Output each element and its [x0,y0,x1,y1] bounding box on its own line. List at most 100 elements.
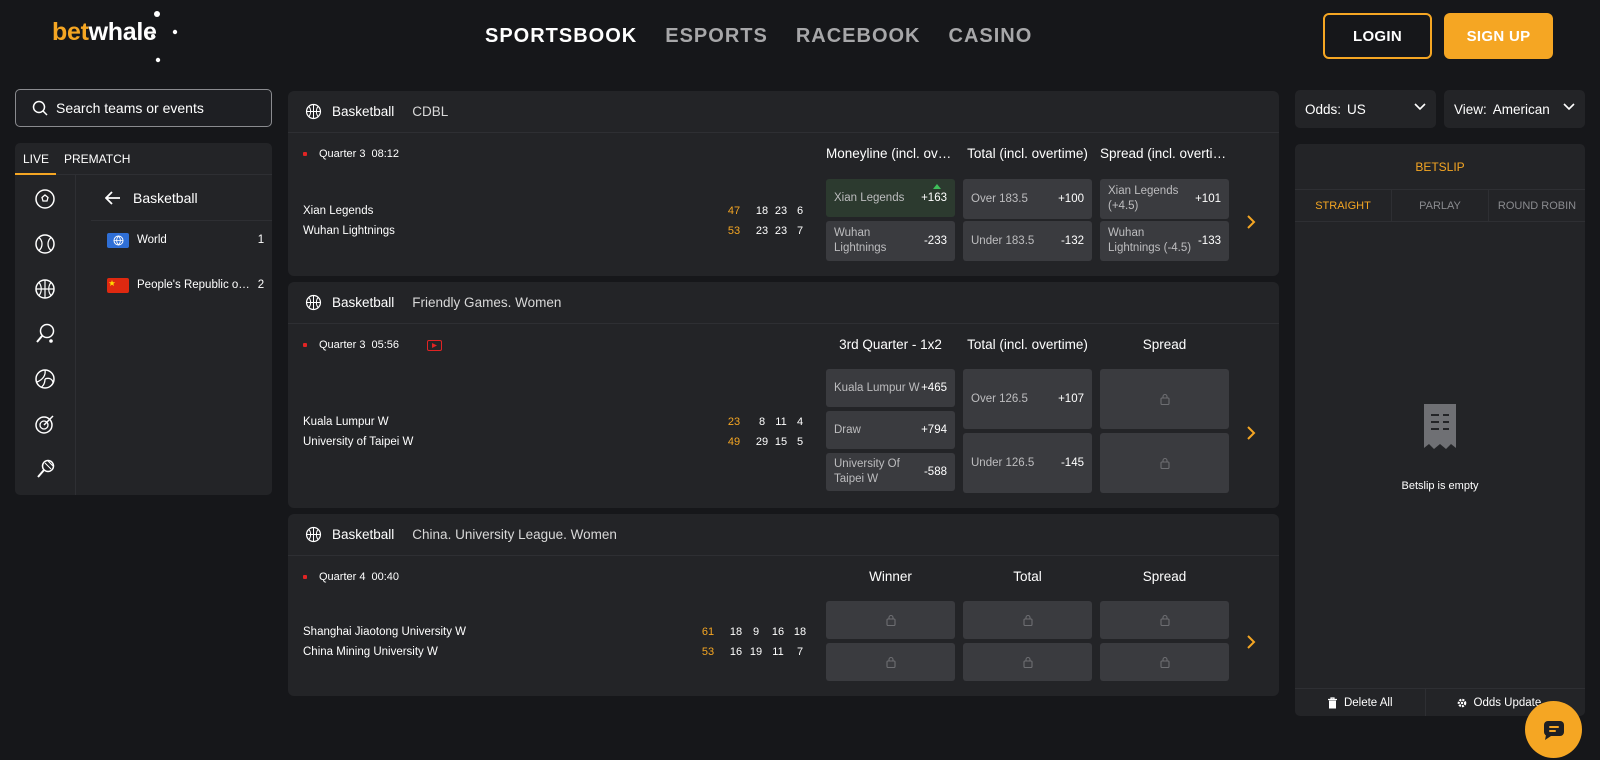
lock-icon [1159,656,1170,668]
basketball-icon [305,103,322,120]
event-header[interactable]: Basketball China. University League. Wom… [288,514,1279,556]
tab-straight[interactable]: STRAIGHT [1295,190,1392,221]
away-total-score: 53 [701,646,715,658]
tab-prematch[interactable]: PREMATCH [64,152,130,166]
receipt-icon [1424,404,1456,449]
login-button[interactable]: LOGIN [1323,13,1432,59]
sport-icon-column [15,175,76,495]
match-time: 05:56 [371,339,399,351]
delete-all-button[interactable]: Delete All [1295,689,1426,716]
odds-format-select[interactable]: Odds: US [1295,90,1436,128]
betwhale-logo[interactable]: betwhale [52,16,157,48]
quarter-score: 4 [796,416,804,428]
tennis-icon[interactable] [34,233,56,255]
darts-icon[interactable] [34,413,56,435]
league-name: Friendly Games. Women [412,295,562,310]
nav-racebook[interactable]: RACEBOOK [796,22,921,50]
lock-icon [1159,457,1170,469]
china-flag-icon [107,277,129,293]
odds-button[interactable]: Wuhan Lightnings (-4.5) -133 [1100,221,1229,261]
soccer-icon[interactable] [34,188,56,210]
region-item-china[interactable]: People's Republic of China 2 [91,270,272,300]
odds-button[interactable]: Wuhan Lightnings -233 [826,221,955,261]
chevron-right-icon[interactable] [1245,635,1257,649]
locked-odds [963,601,1092,639]
lock-icon [1159,393,1170,405]
away-team[interactable]: Wuhan Lightnings [303,225,395,237]
region-item-world[interactable]: World 1 [91,225,272,255]
chevron-down-icon [1563,103,1575,111]
current-sport-label: Basketball [133,189,198,206]
quarter-score: 18 [793,626,807,638]
odds-button[interactable]: Under 126.5 -145 [963,433,1092,493]
search-box[interactable] [15,89,272,127]
locked-odds [1100,433,1229,493]
quarter-score: 16 [729,646,743,658]
odds-button[interactable]: Over 126.5 +107 [963,369,1092,429]
odds-button[interactable]: Under 183.5 -132 [963,221,1092,261]
market-header-total: Total (incl. overtime) [967,146,1088,161]
odds-button[interactable]: University Of Taipei W -588 [826,453,955,491]
home-team[interactable]: Kuala Lumpur W [303,416,389,428]
odds-button[interactable]: Draw +794 [826,411,955,449]
odds-button[interactable]: Xian Legends (+4.5) +101 [1100,179,1229,219]
odds-button[interactable]: Kuala Lumpur W +465 [826,369,955,407]
away-team[interactable]: University of Taipei W [303,436,413,448]
volleyball-icon[interactable] [34,368,56,390]
tab-round-robin[interactable]: ROUND ROBIN [1489,190,1585,221]
nav-esports[interactable]: ESPORTS [665,22,768,50]
market-header-spread: Spread (incl. overtime) [1100,146,1229,161]
logo-dots-icon [151,11,178,63]
market-header-3rd-quarter: 3rd Quarter - 1x2 [839,337,942,352]
search-input[interactable] [56,100,256,116]
tab-parlay[interactable]: PARLAY [1392,190,1489,221]
view-select[interactable]: View: American [1444,90,1585,128]
live-dot-icon [303,343,307,347]
quarter-score: 15 [774,436,788,448]
back-to-sport[interactable]: Basketball [91,175,272,221]
market-header-moneyline: Moneyline (incl. overtime) [826,146,955,161]
league-name: CDBL [412,104,449,119]
basketball-icon[interactable] [34,278,56,300]
away-total-score: 49 [727,436,741,448]
odds-button[interactable]: Over 183.5 +100 [963,179,1092,219]
nav-casino[interactable]: CASINO [949,22,1033,50]
chevron-right-icon[interactable] [1245,215,1257,229]
event-header[interactable]: Basketball CDBL [288,91,1279,133]
market-header-winner: Winner [869,569,912,584]
quarter-score: 18 [755,205,769,217]
league-name: China. University League. Women [412,527,617,542]
badminton-icon[interactable] [34,458,56,480]
match-period: Quarter 4 [319,571,366,583]
chat-icon [1543,720,1564,740]
away-team[interactable]: China Mining University W [303,646,438,658]
away-total-score: 53 [727,225,741,237]
market-header-total: Total [1013,569,1042,584]
main-nav: SPORTSBOOK ESPORTS RACEBOOK CASINO [485,22,1032,50]
live-dot-icon [303,152,307,156]
gear-icon [1457,698,1466,707]
signup-button[interactable]: SIGN UP [1444,13,1553,59]
home-team[interactable]: Xian Legends [303,205,373,217]
match-clock: Quarter 3 05:56 [303,339,442,351]
table-tennis-icon[interactable] [34,323,56,345]
home-team[interactable]: Shanghai Jiaotong University W [303,626,466,638]
live-stream-icon[interactable] [427,339,442,351]
tab-live[interactable]: LIVE [23,152,49,166]
match-period: Quarter 3 [319,339,366,351]
locked-odds [1100,643,1229,681]
quarter-score: 11 [775,416,787,428]
odds-button[interactable]: Xian Legends +163 [826,179,955,217]
odds-format-value: US [1347,101,1366,117]
event-header[interactable]: Basketball Friendly Games. Women [288,282,1279,324]
match-clock: Quarter 3 08:12 [303,148,399,160]
chevron-right-icon[interactable] [1245,426,1257,440]
quarter-score: 18 [729,626,743,638]
live-chat-button[interactable] [1525,701,1582,758]
quarter-score: 7 [796,225,804,237]
quarter-score: 16 [771,626,785,638]
betslip-empty-message: Betslip is empty [1401,480,1479,492]
nav-sportsbook[interactable]: SPORTSBOOK [485,22,637,50]
view-value: American [1492,101,1550,117]
locked-odds [963,643,1092,681]
